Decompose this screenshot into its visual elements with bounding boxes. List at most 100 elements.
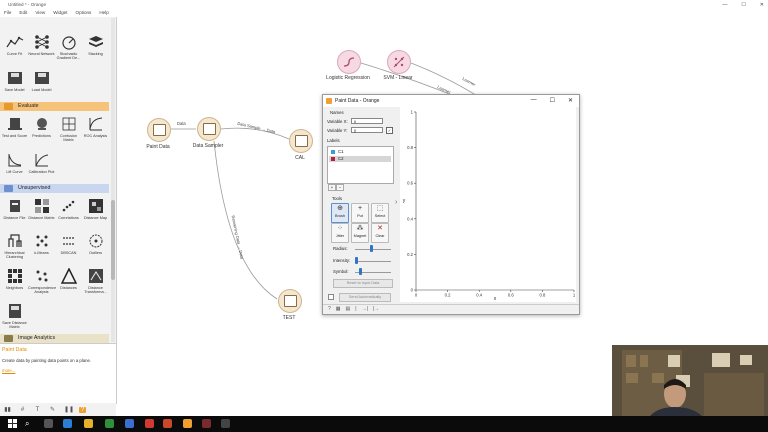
category-image-analytics[interactable]: Image Analytics (0, 334, 109, 343)
intensity-slider-handle[interactable] (355, 257, 359, 264)
node-data-sampler[interactable] (197, 117, 221, 141)
hierarchical-clustering-icon (6, 232, 24, 250)
remove-class-button[interactable]: − (336, 184, 344, 191)
widget-dbscan[interactable]: DBSCAN (55, 230, 82, 264)
widget-kmeans[interactable]: k-Means (28, 230, 55, 264)
menu-help[interactable]: Help (95, 9, 112, 17)
dialog-maximize-button[interactable]: ☐ (550, 97, 555, 104)
widget-neighbors[interactable]: Neighbors (1, 265, 28, 299)
widget-neural-network[interactable]: Neural Network (28, 31, 55, 65)
close-button[interactable]: ✕ (760, 2, 764, 8)
dialog-close-button[interactable]: ✕ (568, 97, 573, 104)
info-more-link[interactable]: more... (2, 368, 15, 373)
task-view-icon[interactable] (44, 419, 53, 428)
intensity-slider[interactable] (355, 261, 391, 262)
help-icon[interactable]: ? (328, 306, 331, 312)
reset-to-input-button[interactable]: Reset to Input Data (333, 279, 393, 288)
app-icon-red[interactable] (202, 419, 211, 428)
menu-file[interactable]: File (0, 9, 15, 17)
menu-view[interactable]: View (31, 9, 49, 17)
x-tick-label: 0.2 (445, 293, 451, 298)
radius-slider[interactable] (355, 249, 391, 250)
windows-start-icon[interactable] (8, 419, 17, 428)
menu-options[interactable]: Options (72, 9, 96, 17)
search-icon[interactable]: ⌕ (25, 419, 34, 428)
send-automatically-button[interactable]: Send Automatically (339, 293, 391, 302)
widget-save-distance-matrix[interactable]: Save Distance Matrix (1, 300, 28, 334)
widget-load-model[interactable]: Load Model (28, 67, 55, 101)
send-automatically-checkbox[interactable] (328, 294, 334, 300)
widget-calibration-plot[interactable]: Calibration Plot (28, 149, 55, 183)
symbol-slider-handle[interactable] (358, 268, 362, 275)
node-cal[interactable] (289, 129, 313, 153)
category-evaluate[interactable]: Evaluate (0, 102, 109, 111)
minimize-button[interactable]: — (722, 2, 727, 8)
widget-save-model[interactable]: Save Model (1, 67, 28, 101)
tool-magnet-button[interactable]: ⁂ Magnet (351, 223, 369, 243)
category-unsupervised[interactable]: Unsupervised (0, 184, 109, 193)
distance-file-icon (6, 197, 24, 215)
acrobat-icon[interactable] (145, 419, 154, 428)
grid-button[interactable]: # (19, 407, 26, 413)
report-icon[interactable]: ▤ (346, 306, 351, 312)
text-annotation-button[interactable]: T (34, 407, 41, 413)
toggle-dock-button[interactable]: ▮▮ (4, 406, 11, 413)
widget-stacking[interactable]: Stacking (82, 31, 109, 65)
widget-predictions[interactable]: Predictions (28, 113, 55, 147)
widget-test-score[interactable]: Test and Score (1, 113, 28, 147)
add-class-button[interactable]: + (328, 184, 336, 191)
widget-confusion-matrix[interactable]: Confusion Matrix (55, 113, 82, 147)
widget-distance-file[interactable]: Distance File (1, 195, 28, 229)
edge-browser-icon[interactable] (63, 419, 72, 428)
widget-sgd[interactable]: Stochastic Gradient De... (55, 31, 82, 65)
tool-select-button[interactable]: ⬚ Select (371, 203, 389, 223)
window-controls: — ☐ ✕ (722, 0, 764, 9)
variable-y-checkbox[interactable]: ✓ (386, 127, 393, 134)
tool-jitter-button[interactable]: ⁘ Jitter (331, 223, 349, 243)
tool-clear-button[interactable]: ✕ Clear (371, 223, 389, 243)
widget-distance-map[interactable]: Distance Map (82, 195, 109, 229)
widget-hierarchical-clustering[interactable]: Hierarchical Clustering (1, 230, 28, 264)
maximize-button[interactable]: ☐ (741, 2, 745, 8)
node-logistic-regression[interactable] (337, 50, 361, 74)
variable-y-input[interactable]: y (351, 127, 383, 133)
menu-edit[interactable]: Edit (15, 9, 31, 17)
widget-outliers[interactable]: Outliers (82, 230, 109, 264)
widget-correspondence[interactable]: Correspondence Analysis (28, 265, 56, 299)
file-explorer-icon[interactable] (84, 419, 93, 428)
app-icon-dark[interactable] (221, 419, 230, 428)
widget-correlations[interactable]: Correlations (55, 195, 82, 229)
toolbox-scrollbar-thumb[interactable] (111, 200, 115, 280)
node-paint-data[interactable] (147, 118, 171, 142)
widget-distance-matrix[interactable]: Distance Matrix (28, 195, 55, 229)
help-button[interactable]: ? (79, 406, 86, 413)
outlook-icon[interactable] (125, 419, 134, 428)
radius-slider-handle[interactable] (369, 245, 373, 252)
plot-svg[interactable]: 0 0.2 0.4 0.6 0.8 1 0 0.2 0.4 0.6 0.8 1 x y (400, 107, 576, 303)
class-labels-list[interactable]: C1 C2 (327, 146, 394, 184)
node-test[interactable] (278, 289, 302, 313)
tool-brush-button[interactable]: ⊕ Brush (331, 203, 349, 223)
class-item-c1[interactable]: C1 (329, 149, 391, 155)
y-tick-label: 0.8 (407, 145, 413, 150)
node-svm-linear[interactable] (387, 50, 411, 74)
variable-x-input[interactable]: x (351, 118, 383, 124)
widget-curve-fit[interactable]: Curve Fit (1, 31, 28, 65)
collapse-panel-icon[interactable]: › (395, 199, 397, 206)
tool-put-button[interactable]: + Put (351, 203, 369, 223)
widget-distance-transformation[interactable]: Distance Transforma... (82, 265, 109, 299)
dialog-minimize-button[interactable]: — (531, 97, 537, 104)
orange-taskbar-icon[interactable] (183, 419, 192, 428)
pause-button[interactable]: ❚❚ (64, 406, 74, 413)
powerpoint-icon[interactable] (163, 419, 172, 428)
paint-plot-area[interactable]: 0 0.2 0.4 0.6 0.8 1 0 0.2 0.4 0.6 0.8 1 x y (400, 107, 576, 302)
chrome-icon[interactable] (105, 419, 114, 428)
toolbox-scrollbar[interactable] (111, 18, 115, 342)
widget-lift-curve[interactable]: Lift Curve (1, 149, 28, 183)
class-item-c2[interactable]: C2 (329, 156, 391, 162)
menu-widget[interactable]: Widget (49, 9, 71, 17)
widget-distances[interactable]: Distances (55, 265, 82, 299)
save-image-icon[interactable]: ▦ (336, 306, 341, 312)
arrow-annotation-button[interactable]: ✎ (49, 406, 56, 413)
widget-roc[interactable]: ROC Analysis (82, 113, 109, 147)
